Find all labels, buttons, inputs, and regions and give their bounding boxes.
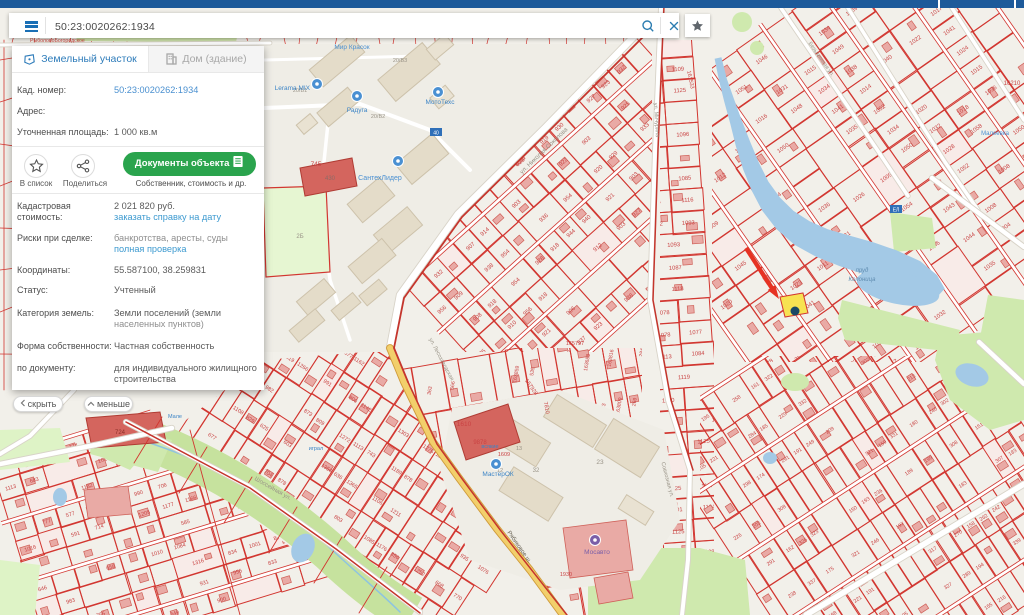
svg-text:1119: 1119 (678, 375, 690, 382)
svg-text:1087: 1087 (669, 265, 682, 272)
svg-text:ЕЛ: ЕЛ (893, 208, 900, 214)
svg-text:РыболовоБогородское: РыболовоБогородское (30, 38, 85, 44)
svg-text:МотоТехс: МотоТехс (426, 99, 456, 106)
svg-text:Мосавто: Мосавто (584, 549, 610, 556)
svg-text:1093: 1093 (682, 220, 695, 227)
svg-text:20/В3: 20/В3 (393, 58, 407, 64)
svg-text:1077: 1077 (689, 330, 702, 337)
svg-text:Lerama MIX: Lerama MIX (275, 85, 311, 92)
svg-text:430: 430 (325, 176, 336, 182)
svg-text:1125: 1125 (672, 529, 685, 536)
svg-text:1930: 1930 (560, 572, 572, 578)
svg-text:1116: 1116 (681, 197, 693, 204)
svg-text:1096: 1096 (676, 132, 689, 139)
svg-text:1118: 1118 (671, 286, 683, 293)
svg-text:23: 23 (596, 459, 604, 466)
svg-text:13: 13 (516, 446, 522, 452)
svg-text:1109: 1109 (671, 67, 684, 74)
svg-text:1084: 1084 (691, 351, 705, 358)
svg-text:всякие: всякие (481, 444, 498, 450)
svg-text:1609: 1609 (498, 452, 510, 458)
svg-text:Колоница: Колоница (849, 277, 877, 283)
svg-text:40: 40 (433, 131, 439, 137)
svg-text:724: 724 (115, 430, 126, 436)
svg-text:2Б: 2Б (296, 234, 303, 240)
svg-text:Малеевка: Малеевка (981, 131, 1010, 137)
svg-text:Мале: Мале (168, 414, 182, 420)
svg-text:играл: играл (309, 446, 323, 452)
svg-text:32: 32 (533, 468, 540, 474)
svg-text:745: 745 (311, 161, 322, 168)
svg-text:МастерОК: МастерОК (482, 471, 514, 478)
svg-text:1610: 1610 (457, 421, 472, 428)
svg-text:20/В2: 20/В2 (371, 114, 385, 120)
svg-text:Радуга: Радуга (347, 107, 368, 114)
svg-text:1093: 1093 (667, 242, 680, 249)
svg-text:СантехЛидер: СантехЛидер (358, 175, 402, 182)
svg-text:16210: 16210 (1004, 81, 1021, 87)
svg-text:165797: 165797 (566, 341, 584, 347)
svg-text:1085: 1085 (678, 176, 691, 183)
svg-text:Мир Красок: Мир Красок (334, 44, 369, 51)
svg-text:пруд: пруд (856, 268, 869, 274)
svg-text:1125: 1125 (674, 88, 687, 95)
